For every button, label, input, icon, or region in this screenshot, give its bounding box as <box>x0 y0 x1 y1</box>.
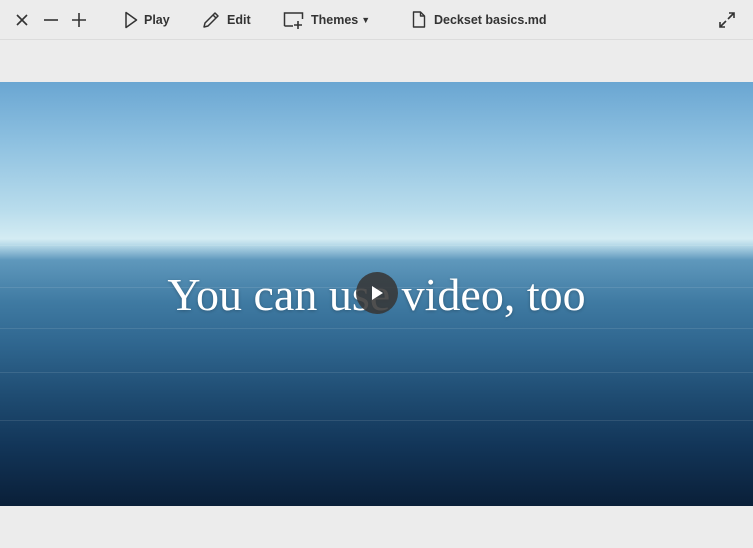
close-icon <box>16 13 28 26</box>
wave-texture <box>0 328 753 329</box>
zoom-in-button[interactable] <box>71 0 87 39</box>
themes-icon <box>283 11 304 29</box>
minus-icon <box>44 18 58 21</box>
document-icon <box>412 11 426 28</box>
video-play-button[interactable] <box>356 272 398 314</box>
fullscreen-button[interactable] <box>718 0 736 39</box>
document-title: Deckset basics.md <box>412 0 547 39</box>
horizon-line <box>0 245 753 246</box>
wave-texture <box>0 372 753 373</box>
pencil-icon <box>203 11 219 28</box>
play-label: Play <box>144 12 170 27</box>
plus-icon <box>72 12 86 27</box>
edit-button[interactable]: Edit <box>201 0 251 39</box>
document-title-label: Deckset basics.md <box>434 12 547 27</box>
themes-button[interactable]: Themes ▼ <box>283 0 370 39</box>
play-icon <box>372 286 383 300</box>
chevron-down-icon: ▼ <box>361 14 371 25</box>
play-button[interactable]: Play <box>124 0 170 39</box>
zoom-out-button[interactable] <box>43 0 59 39</box>
bottom-bar <box>0 506 753 548</box>
themes-label: Themes <box>311 12 359 27</box>
edit-label: Edit <box>227 12 251 27</box>
wave-texture <box>0 420 753 421</box>
expand-icon <box>719 11 735 28</box>
slide-canvas: You can use video, too <box>0 82 753 506</box>
play-outline-icon <box>125 11 138 28</box>
close-button[interactable] <box>15 0 29 39</box>
toolbar: Play Edit Themes ▼ Deckset basics.md <box>0 0 753 40</box>
